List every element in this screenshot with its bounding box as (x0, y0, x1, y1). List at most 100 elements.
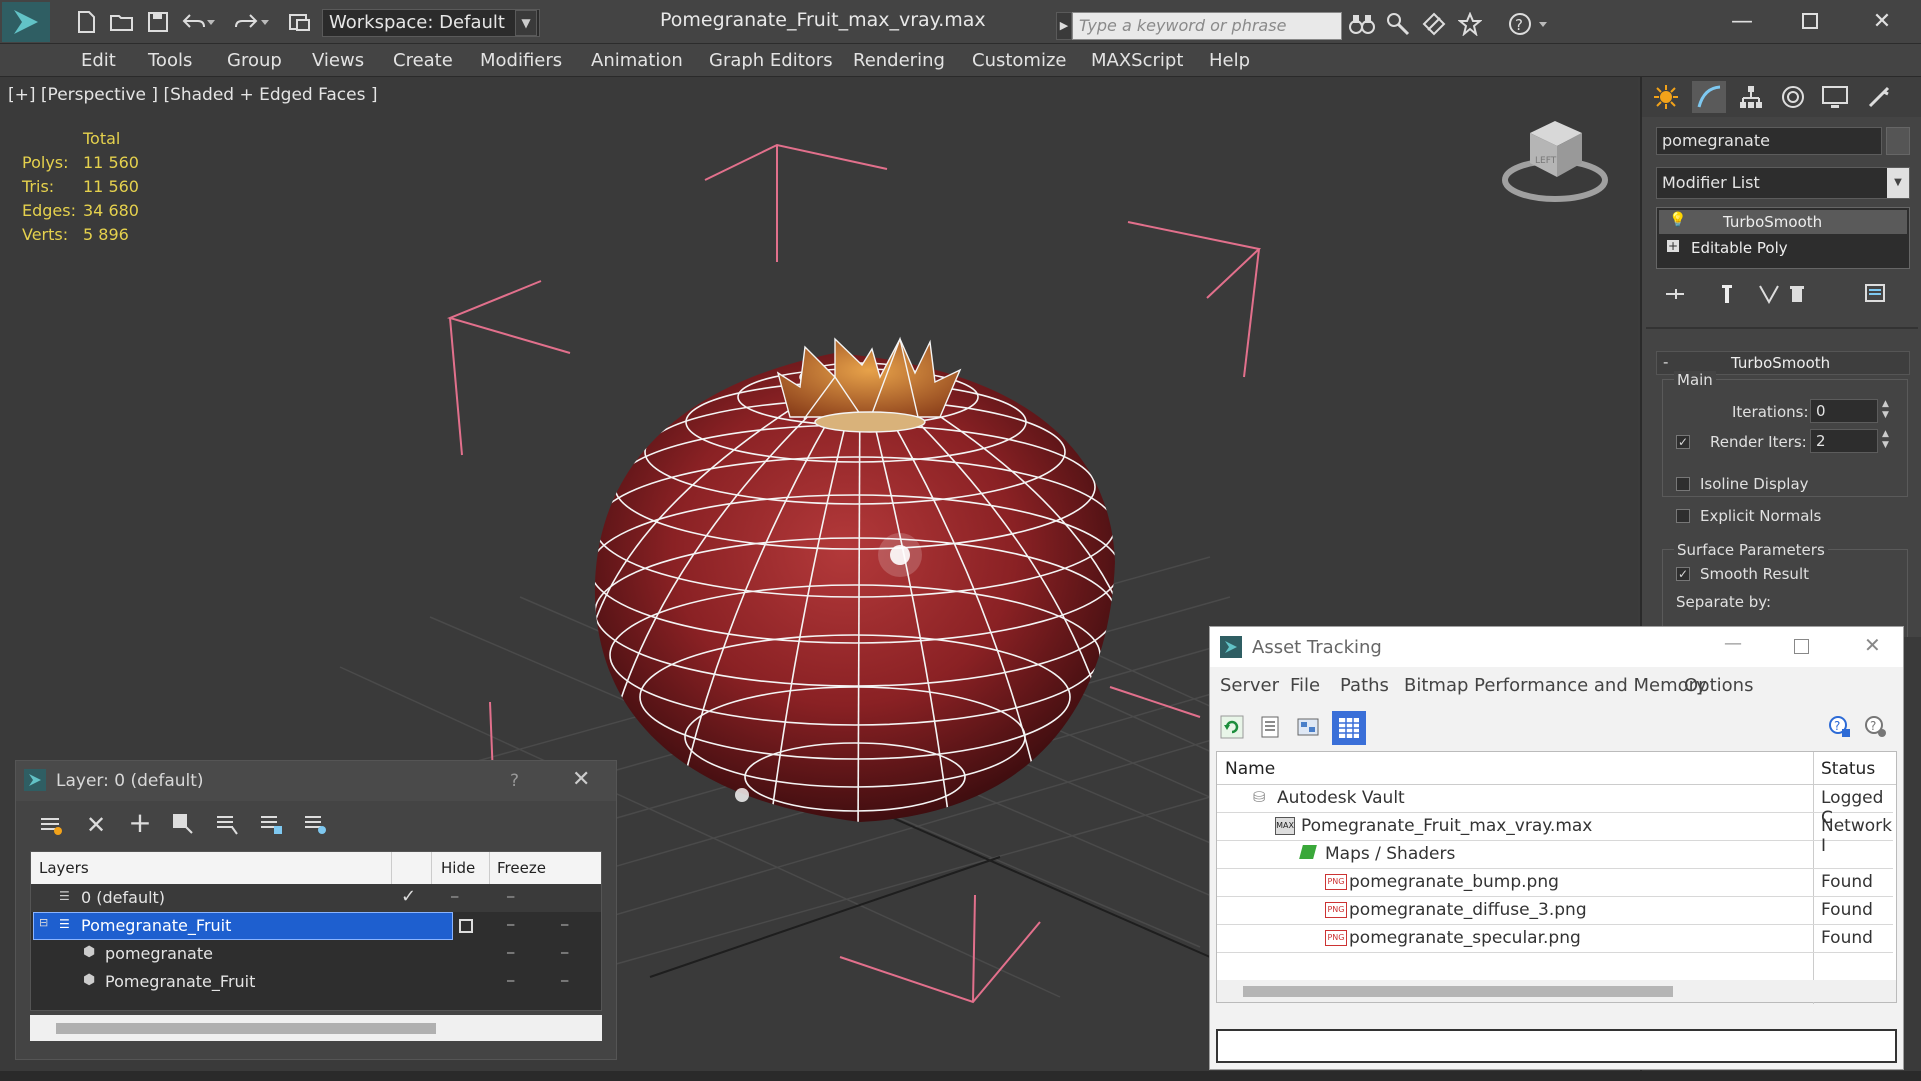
help-dropdown-icon[interactable] (1536, 10, 1550, 38)
menu-help[interactable]: Help (1209, 50, 1250, 71)
stack-item-turbosmooth[interactable]: 💡 TurboSmooth (1659, 210, 1907, 234)
menu-rendering[interactable]: Rendering (853, 50, 945, 71)
close-icon[interactable]: ✕ (572, 767, 590, 792)
redo-dropdown-icon[interactable] (258, 8, 272, 36)
motion-tab-icon[interactable] (1776, 81, 1810, 113)
save-icon[interactable] (144, 8, 172, 36)
pin-stack-icon[interactable] (1662, 282, 1688, 306)
show-end-result-icon[interactable] (1714, 282, 1740, 306)
hide-toggle-icon[interactable]: ━ (451, 890, 458, 904)
column-layers[interactable]: Layers (39, 859, 89, 877)
asset-path-field[interactable] (1216, 1029, 1897, 1063)
menu-views[interactable]: Views (312, 50, 364, 71)
object-color-swatch[interactable] (1886, 127, 1910, 155)
asset-window-titlebar[interactable]: Asset Tracking — ✕ (1210, 627, 1903, 667)
menu-paths[interactable]: Paths (1340, 675, 1389, 696)
favorites-star-icon[interactable] (1456, 10, 1484, 38)
open-file-icon[interactable] (108, 8, 136, 36)
asset-row[interactable]: PNG pomegranate_diffuse_3.png Found (1217, 896, 1893, 925)
collapse-minus-icon[interactable]: ⊟ (39, 916, 48, 929)
help-icon[interactable]: ? (1506, 10, 1534, 38)
freeze-toggle-icon[interactable]: ━ (561, 946, 568, 960)
menu-tools[interactable]: Tools (148, 50, 192, 71)
refresh-icon[interactable] (1220, 715, 1246, 741)
help-icon[interactable]: ? (510, 771, 519, 791)
column-name[interactable]: Name (1225, 759, 1275, 779)
asset-row[interactable]: PNG pomegranate_specular.png Found (1217, 924, 1893, 953)
menu-graph-editors[interactable]: Graph Editors (709, 50, 833, 71)
menu-bitmap-performance[interactable]: Bitmap Performance and Memory (1404, 675, 1707, 696)
column-status[interactable]: Status (1821, 759, 1875, 779)
freeze-toggle-icon[interactable]: ━ (507, 890, 514, 904)
app-logo-icon[interactable] (2, 2, 50, 42)
modifier-list-dropdown[interactable]: Modifier List ▼ (1656, 167, 1910, 199)
vault-help-icon[interactable]: ? (1828, 715, 1854, 741)
vault-settings-icon[interactable]: ? (1864, 715, 1890, 741)
scrollbar-thumb[interactable] (1243, 986, 1673, 997)
menu-animation[interactable]: Animation (591, 50, 683, 71)
scrollbar-thumb[interactable] (56, 1023, 436, 1034)
remove-modifier-icon[interactable] (1784, 282, 1810, 306)
horizontal-scrollbar[interactable] (30, 1015, 602, 1041)
select-objects-icon[interactable] (170, 811, 198, 839)
asset-row[interactable]: MAX Pomegranate_Fruit_max_vray.max Netwo… (1217, 812, 1893, 856)
asset-row[interactable]: PNG pomegranate_bump.png Found (1217, 868, 1893, 897)
lightbulb-icon[interactable]: 💡 (1669, 212, 1686, 228)
asset-row[interactable]: ⛁ Autodesk Vault Logged C (1217, 784, 1893, 828)
configure-sets-icon[interactable] (1862, 282, 1892, 306)
object-name-input[interactable]: pomegranate (1656, 127, 1882, 155)
layer-window-titlebar[interactable]: Layer: 0 (default) ? ✕ (16, 761, 616, 801)
undo-dropdown-icon[interactable] (204, 8, 218, 36)
close-icon[interactable]: ✕ (1852, 4, 1912, 38)
menu-maxscript[interactable]: MAXScript (1091, 50, 1183, 71)
spinner-arrows-icon[interactable]: ▲ ▼ (1882, 429, 1889, 451)
freeze-toggle-icon[interactable]: ━ (561, 918, 568, 932)
isoline-display-checkbox[interactable] (1676, 477, 1690, 491)
layers-icon[interactable] (38, 811, 66, 839)
asset-row[interactable]: Maps / Shaders (1217, 840, 1893, 869)
hide-toggle-icon[interactable]: ━ (507, 946, 514, 960)
menu-customize[interactable]: Customize (972, 50, 1066, 71)
viewport-label[interactable]: [+] [Perspective ] [Shaded + Edged Faces… (8, 85, 377, 105)
search-expand-icon[interactable]: ▶ (1056, 12, 1072, 40)
render-iters-checkbox[interactable]: ✓ (1676, 435, 1690, 449)
expand-plus-icon[interactable]: + (1667, 240, 1679, 252)
menu-create[interactable]: Create (393, 50, 453, 71)
layer-object-row[interactable]: ⬢ pomegranate ━ ━ (31, 940, 601, 968)
current-layer-check-icon[interactable]: ✓ (401, 886, 416, 907)
hierarchy-tab-icon[interactable] (1734, 81, 1768, 113)
list-view-icon[interactable] (1258, 715, 1284, 741)
layer-properties-icon[interactable] (302, 811, 330, 839)
layer-object-row[interactable]: ⬢ Pomegranate_Fruit ━ ━ (31, 968, 601, 996)
new-file-icon[interactable] (72, 8, 100, 36)
column-hide[interactable]: Hide (441, 859, 475, 877)
add-layer-icon[interactable]: + (126, 809, 154, 837)
stack-item-editable-poly[interactable]: + Editable Poly (1659, 236, 1907, 260)
workspace-dropdown[interactable]: Workspace: Default ▼ (322, 9, 540, 37)
minimize-icon[interactable]: — (1724, 633, 1742, 654)
horizontal-scrollbar[interactable] (1217, 980, 1896, 1002)
display-tab-icon[interactable] (1818, 81, 1852, 113)
iterations-spinner[interactable]: 0 (1810, 399, 1878, 423)
spinner-arrows-icon[interactable]: ▲ ▼ (1882, 399, 1889, 421)
layer-row[interactable]: ☰ 0 (default) ✓ ━ ━ (31, 884, 601, 912)
hide-toggle-icon[interactable]: ━ (507, 974, 514, 988)
menu-edit[interactable]: Edit (81, 50, 116, 71)
set-current-box-icon[interactable] (459, 919, 473, 933)
utilities-tab-icon[interactable] (1862, 81, 1896, 113)
project-folder-icon[interactable] (286, 8, 314, 36)
explicit-normals-checkbox[interactable] (1676, 509, 1690, 523)
render-iters-spinner[interactable]: 2 (1810, 429, 1878, 453)
make-unique-icon[interactable] (1756, 282, 1782, 306)
smooth-result-checkbox[interactable]: ✓ (1676, 567, 1690, 581)
menu-file[interactable]: File (1290, 675, 1320, 696)
search-input[interactable]: Type a keyword or phrase (1072, 12, 1342, 40)
menu-group[interactable]: Group (227, 50, 282, 71)
menu-modifiers[interactable]: Modifiers (480, 50, 562, 71)
maximize-icon[interactable] (1794, 639, 1809, 654)
thumbnail-view-icon[interactable] (1296, 715, 1322, 741)
menu-options[interactable]: Options (1684, 675, 1753, 696)
workspace-menu-icon[interactable]: ▼ (515, 10, 537, 36)
maximize-icon[interactable] (1780, 4, 1840, 38)
communication-center-icon[interactable] (1420, 10, 1448, 38)
